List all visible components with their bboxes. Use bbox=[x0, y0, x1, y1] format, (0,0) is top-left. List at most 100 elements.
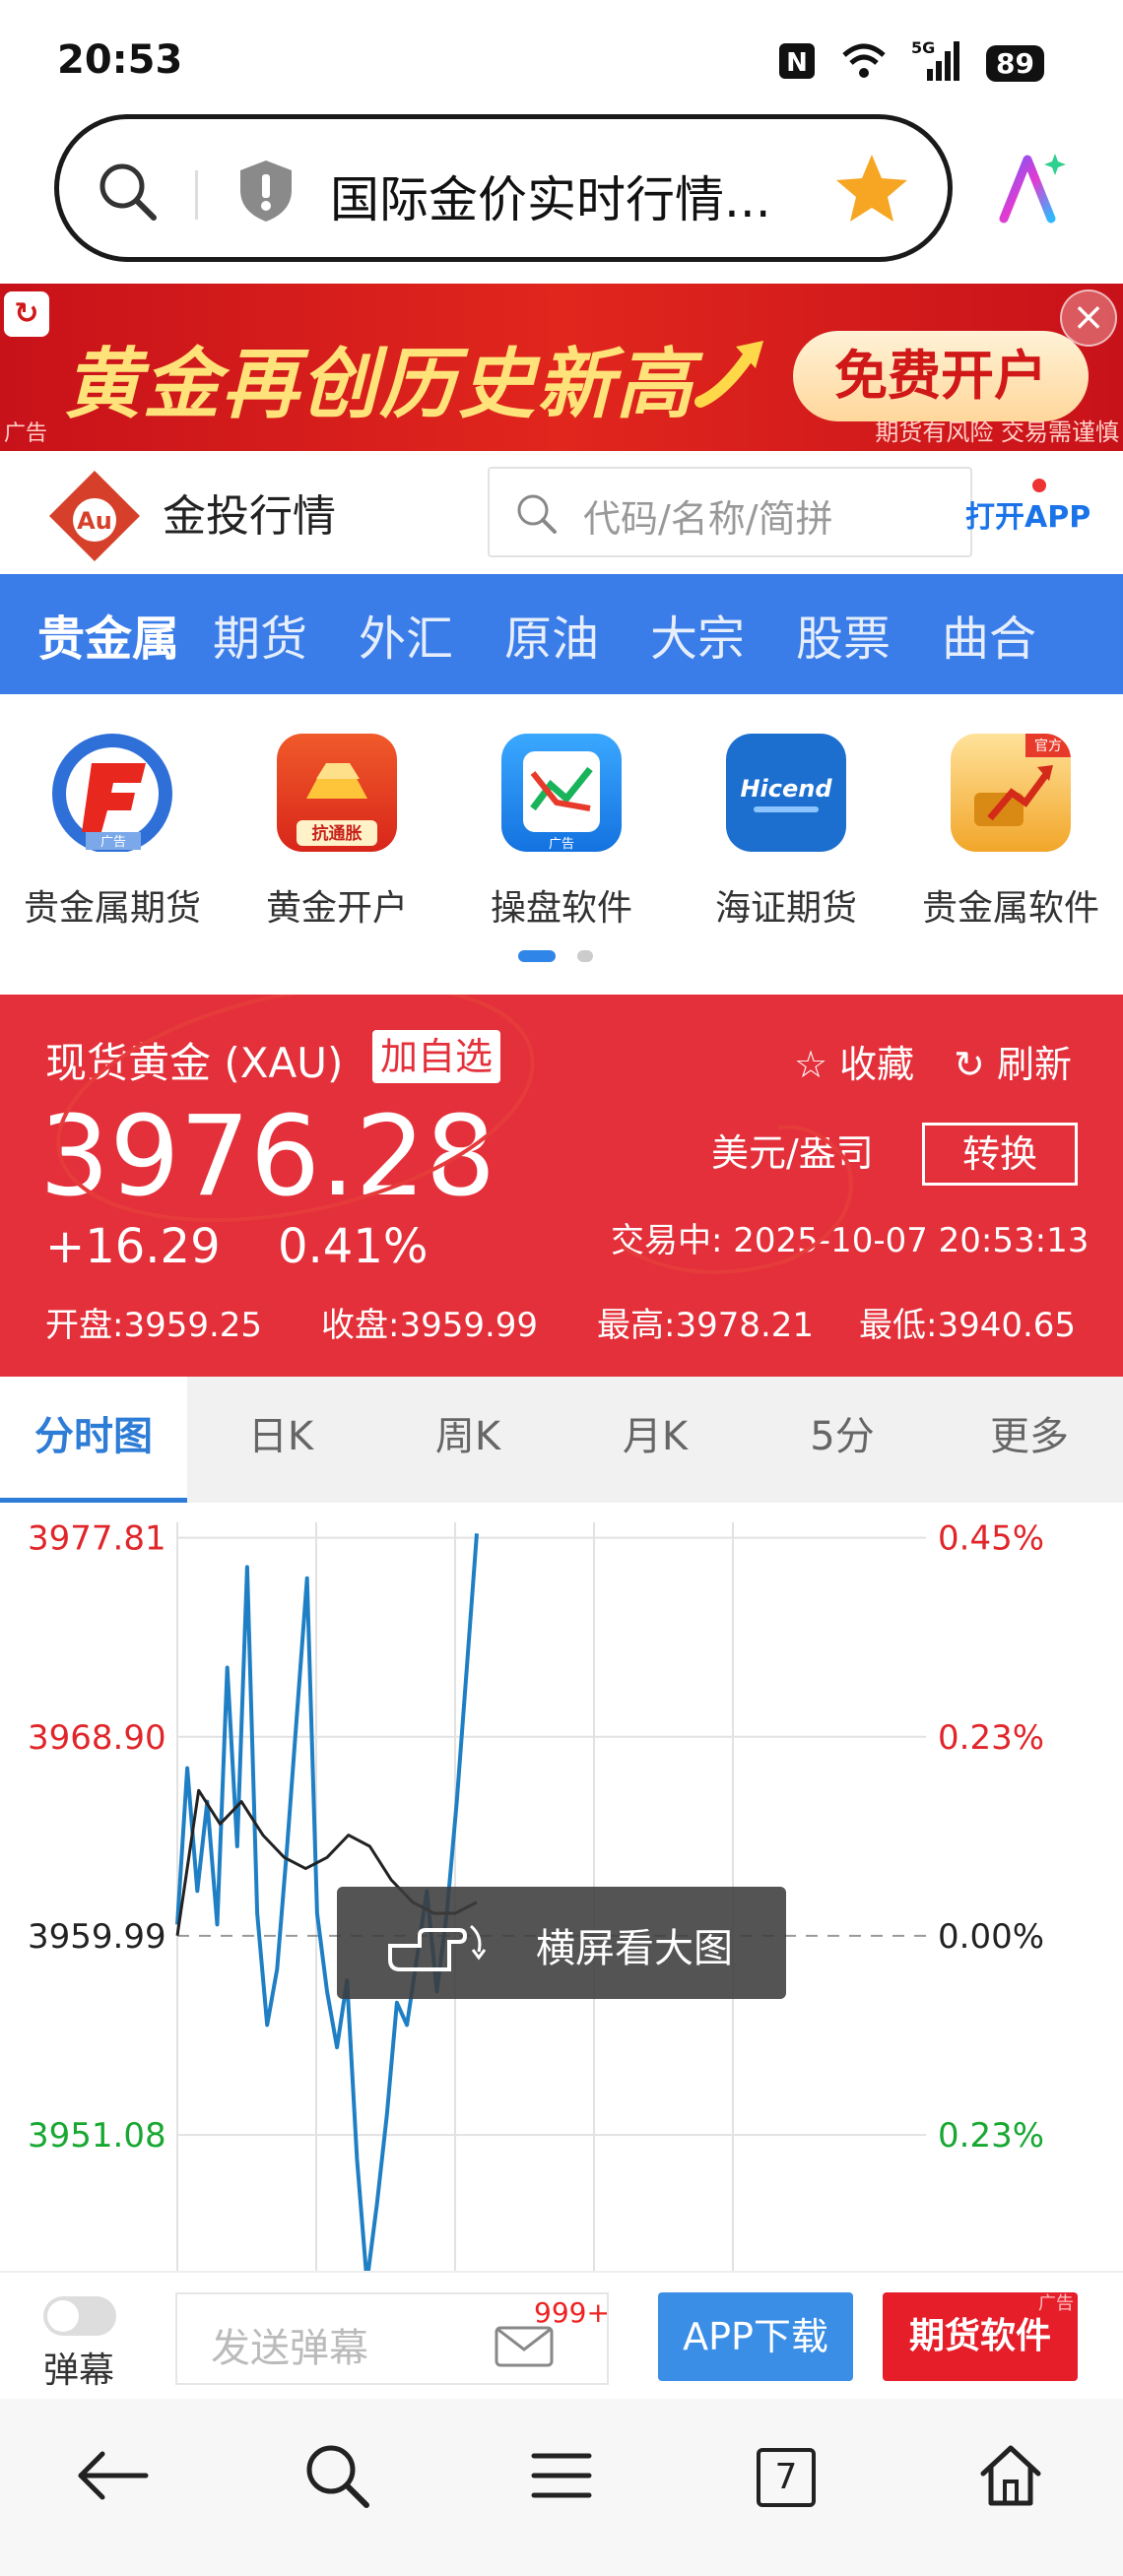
carousel-pagination bbox=[518, 950, 593, 962]
open-app-button[interactable]: 打开APP bbox=[965, 492, 1090, 536]
bookmark-star-icon[interactable] bbox=[832, 149, 911, 231]
search-placeholder: 代码/名称/简拼 bbox=[583, 497, 833, 541]
chart-tabs: 分时图 日K 周K 月K 5分 更多 bbox=[0, 1377, 1123, 1503]
y-tick-right: 0.00% bbox=[938, 1917, 1044, 1957]
y-tick-left: 3968.90 bbox=[28, 1718, 166, 1758]
hicend-logo-icon: Hicend bbox=[726, 734, 846, 852]
instrument-name: 现货黄金 (XAU) bbox=[45, 1039, 344, 1087]
svg-text:广告: 广告 bbox=[549, 837, 574, 852]
ad-risk-notice: 期货有风险 交易需谨慎 bbox=[875, 419, 1119, 446]
site-logo[interactable]: Au bbox=[47, 469, 142, 563]
battery-indicator: 89 bbox=[986, 44, 1044, 82]
notification-dot bbox=[1032, 479, 1046, 492]
app-gold-account[interactable]: 抗通胀 黄金开户 bbox=[225, 734, 449, 931]
y-tick-right: 0.23% bbox=[938, 2116, 1044, 2156]
price-change-percent: 0.41% bbox=[278, 1219, 429, 1274]
high-price: 最高:3978.21 bbox=[597, 1306, 815, 1345]
chart-app-icon: 广告 bbox=[501, 734, 622, 852]
nav-item-commodities[interactable]: 大宗 bbox=[625, 600, 770, 669]
ad-tag: 广告 bbox=[1038, 2293, 1074, 2314]
add-to-watchlist-button[interactable]: 加自选 bbox=[372, 1030, 501, 1083]
pagination-dot-active bbox=[518, 950, 556, 962]
tabs-button[interactable]: 7 bbox=[727, 2418, 845, 2537]
nav-item-forex[interactable]: 外汇 bbox=[333, 600, 479, 669]
category-nav: 贵金属 期货 外汇 原油 大宗 股票 曲合 bbox=[0, 574, 1123, 694]
trade-status: 交易中: 2025-10-07 20:53:13 bbox=[611, 1221, 1090, 1260]
tab-count: 7 bbox=[757, 2448, 816, 2507]
landscape-view-button[interactable]: 横屏看大图 bbox=[337, 1887, 786, 1999]
toggle-knob bbox=[47, 2300, 79, 2332]
ad-banner[interactable]: ↻ 黄金再创历史新高 免费开户 广告 期货有风险 交易需谨慎 × bbox=[0, 284, 1123, 451]
svg-text:Hicend: Hicend bbox=[740, 775, 832, 803]
wifi-icon bbox=[840, 41, 888, 85]
tab-weekly-k[interactable]: 周K bbox=[374, 1377, 562, 1503]
y-tick-left: 3977.81 bbox=[28, 1519, 166, 1559]
address-bar[interactable]: 国际金价实时行情... bbox=[54, 114, 953, 262]
star-outline-icon: ☆ bbox=[794, 1043, 828, 1086]
ad-cta-button[interactable]: 免费开户 bbox=[793, 331, 1089, 421]
futures-software-label: 期货软件 bbox=[908, 2316, 1051, 2356]
danmu-placeholder: 发送弹幕 bbox=[211, 2326, 368, 2371]
ad-headline: 黄金再创历史新高 bbox=[64, 341, 695, 429]
site-search-input[interactable]: 代码/名称/简拼 bbox=[488, 467, 972, 557]
favorite-label: 收藏 bbox=[839, 1043, 915, 1086]
status-bar: 20:53 N 5G 89 bbox=[0, 0, 1123, 108]
search-icon bbox=[301, 2440, 372, 2515]
site-header: Au 金投行情 代码/名称/简拼 打开APP bbox=[0, 451, 1123, 574]
back-button[interactable] bbox=[53, 2418, 171, 2537]
home-button[interactable] bbox=[952, 2418, 1070, 2537]
y-tick-right: 0.45% bbox=[938, 1519, 1044, 1559]
tab-daily-k[interactable]: 日K bbox=[187, 1377, 374, 1503]
tab-more[interactable]: 更多 bbox=[936, 1377, 1123, 1503]
tab-monthly-k[interactable]: 月K bbox=[562, 1377, 749, 1503]
refresh-button[interactable]: ↻ 刷新 bbox=[954, 1034, 1072, 1088]
ad-logo-icon: ↻ bbox=[4, 291, 49, 337]
futures-software-button[interactable]: 期货软件 广告 bbox=[883, 2292, 1078, 2381]
svg-text:5G: 5G bbox=[911, 39, 935, 57]
search-icon bbox=[513, 490, 559, 540]
app-label: 贵金属期货 bbox=[23, 888, 201, 929]
tab-5min[interactable]: 5分 bbox=[749, 1377, 936, 1503]
app-download-button[interactable]: APP下载 bbox=[658, 2292, 853, 2381]
arrow-up-icon bbox=[694, 333, 773, 416]
quote-panel: 现货黄金 (XAU) 加自选 ☆ 收藏 ↻ 刷新 3976.28 美元/盎司 转… bbox=[0, 995, 1123, 1377]
ad-close-button[interactable]: × bbox=[1060, 290, 1117, 347]
shield-icon[interactable] bbox=[236, 159, 296, 227]
search-button[interactable] bbox=[278, 2418, 396, 2537]
ai-assistant-icon[interactable] bbox=[990, 148, 1073, 234]
pagination-dot bbox=[577, 950, 593, 962]
app-trading-software[interactable]: 广告 操盘软件 bbox=[449, 734, 674, 931]
status-time: 20:53 bbox=[57, 37, 183, 83]
page-url-title[interactable]: 国际金价实时行情... bbox=[330, 161, 771, 231]
gold-bar-icon: 抗通胀 bbox=[277, 734, 397, 852]
nav-item-stocks[interactable]: 股票 bbox=[770, 600, 916, 669]
intraday-chart[interactable]: 3977.81 0.45% 3968.90 0.23% 3959.99 0.00% 3951… bbox=[0, 1503, 1123, 2271]
gold-chart-icon: 官方 bbox=[951, 734, 1071, 852]
y-tick-left: 3951.08 bbox=[28, 2116, 166, 2156]
tab-intraday[interactable]: 分时图 bbox=[0, 1377, 187, 1503]
convert-button[interactable]: 转换 bbox=[922, 1123, 1078, 1186]
nav-item-crude-oil[interactable]: 原油 bbox=[479, 600, 625, 669]
app-precious-metal-software[interactable]: 官方 贵金属软件 bbox=[898, 734, 1123, 931]
nav-item-futures[interactable]: 期货 bbox=[187, 600, 333, 669]
app-label: 黄金开户 bbox=[265, 888, 408, 929]
site-name: 金投行情 bbox=[163, 491, 336, 542]
menu-button[interactable] bbox=[502, 2418, 621, 2537]
signal-icon: 5G bbox=[911, 38, 962, 87]
price-change: +16.29 bbox=[45, 1219, 221, 1274]
refresh-icon: ↻ bbox=[954, 1043, 985, 1086]
search-icon[interactable] bbox=[95, 159, 160, 227]
browser-nav-bar: 7 bbox=[0, 2399, 1123, 2576]
nav-item-precious-metals[interactable]: 贵金属 bbox=[30, 600, 187, 669]
app-precious-metal-futures[interactable]: 广告 贵金属期货 bbox=[0, 734, 225, 931]
app-haizheng-futures[interactable]: Hicend 海证期货 bbox=[674, 734, 898, 931]
home-icon bbox=[975, 2440, 1046, 2515]
danmu-label: 弹幕 bbox=[43, 2351, 115, 2391]
refresh-label: 刷新 bbox=[996, 1043, 1072, 1086]
message-icon[interactable] bbox=[495, 2322, 554, 2371]
nav-item-more[interactable]: 曲合 bbox=[916, 600, 1062, 669]
danmu-toggle[interactable] bbox=[43, 2296, 116, 2336]
svg-text:广告: 广告 bbox=[100, 835, 126, 850]
favorite-button[interactable]: ☆ 收藏 bbox=[794, 1034, 914, 1088]
svg-text:官方: 官方 bbox=[1034, 739, 1062, 754]
